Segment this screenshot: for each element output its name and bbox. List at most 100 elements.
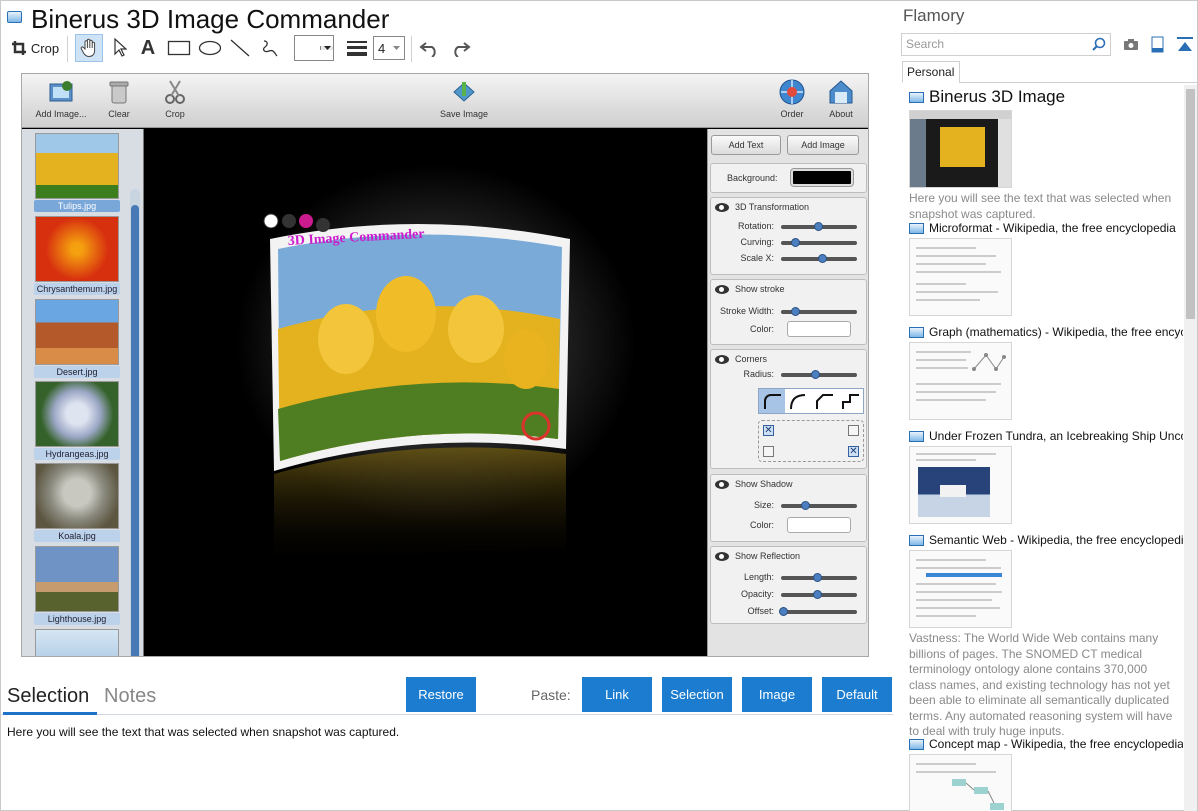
search-icon[interactable] [1091, 37, 1106, 52]
properties-panel: Add Text Add Image Background: 3D Transf… [707, 129, 868, 656]
thumbnail-scrollbar [130, 189, 140, 656]
crop-label: Crop [30, 40, 60, 56]
scale-x-label: Scale X: [740, 253, 774, 263]
ellipse-tool-button[interactable] [196, 34, 224, 62]
thumbnail-label: Hydrangeas.jpg [34, 448, 120, 460]
shadow-title: Show Shadow [735, 479, 793, 489]
text-tool-button[interactable]: A [137, 34, 159, 62]
line-width-icon [347, 41, 367, 56]
chevron-down-icon [320, 46, 333, 50]
shadow-color-box [787, 517, 851, 533]
redo-icon [454, 42, 471, 57]
freehand-tool-button[interactable] [257, 34, 283, 62]
restore-button[interactable]: Restore [406, 677, 476, 712]
stroke-color-dropdown[interactable] [294, 35, 334, 61]
tab-personal[interactable]: Personal [902, 61, 960, 83]
stroke-width-label: Stroke Width: [719, 306, 774, 316]
reflection-offset-slider [779, 607, 857, 616]
shadow-size-slider [781, 501, 857, 510]
tab-selection[interactable]: Selection [7, 685, 89, 708]
pan-tool-button[interactable] [75, 34, 103, 62]
document-icon[interactable] [1149, 36, 1167, 54]
list-item[interactable]: Graph (mathematics) - Wikipedia, the fre… [909, 325, 1183, 420]
save-image-app-button: Save Image [429, 78, 499, 119]
redo-button[interactable] [447, 34, 473, 62]
paste-link-button[interactable]: Link [582, 677, 652, 712]
eye-icon [715, 202, 729, 212]
crop-button[interactable]: Crop [7, 34, 63, 62]
corner-bevel-icon [811, 389, 837, 413]
rotation-slider [781, 222, 857, 231]
home-icon [827, 78, 855, 106]
thumbnail-image [35, 216, 119, 282]
item-title: Graph (mathematics) - Wikipedia, the fre… [929, 325, 1183, 339]
corners-title: Corners [735, 354, 768, 364]
search-placeholder: Search [906, 37, 945, 51]
item-title: Binerus 3D Image [929, 87, 1066, 106]
paste-selection-button[interactable]: Selection [662, 677, 732, 712]
line-width-button[interactable] [345, 34, 369, 62]
page-icon [909, 738, 924, 750]
search-input[interactable]: Search [901, 33, 1111, 56]
page-icon [909, 91, 924, 103]
paste-default-button[interactable]: Default [822, 677, 892, 712]
snapshot-list: Binerus 3D Image Here you will see the t… [901, 85, 1183, 811]
corner-checkbox-checked: ✕ [763, 425, 774, 436]
reflection-group: Show Reflection Length: Opacity: Offset: [710, 546, 867, 624]
trash-icon [105, 78, 133, 106]
thumbnail-label: Tulips.jpg [34, 200, 120, 212]
list-item[interactable]: Under Frozen Tundra, an Icebreaking Ship… [909, 429, 1183, 524]
scale-x-slider [781, 254, 857, 263]
snapshot-thumbnail [909, 342, 1012, 420]
undo-button[interactable] [417, 34, 443, 62]
thumbnail-label: Desert.jpg [34, 366, 120, 378]
about-app-label: About [829, 109, 853, 119]
arrow-pointer-icon [114, 38, 127, 57]
thumbnail-item: Desert.jpg [34, 299, 120, 378]
line-width-dropdown[interactable]: 4 [373, 36, 405, 60]
corner-round-icon [759, 389, 785, 413]
item-title: Concept map - Wikipedia, the free encycl… [929, 737, 1183, 751]
list-item[interactable]: Microformat - Wikipedia, the free encycl… [909, 221, 1183, 316]
collapse-icon[interactable] [1176, 36, 1194, 54]
page-icon [909, 326, 924, 338]
rectangle-tool-button[interactable] [165, 34, 193, 62]
snapshot-thumbnail [909, 754, 1012, 811]
list-item[interactable]: Semantic Web - Wikipedia, the free encyc… [909, 533, 1183, 740]
list-item[interactable]: Concept map - Wikipedia, the free encycl… [909, 737, 1183, 811]
thumbnail-image [35, 133, 119, 199]
thumbnail-item: Tulips.jpg [34, 133, 120, 212]
camera-icon[interactable] [1122, 36, 1140, 54]
stroke-color-box [787, 321, 851, 337]
annotation-toolbar: Crop A 4 [1, 34, 501, 64]
tab-notes[interactable]: Notes [104, 685, 156, 708]
captured-screenshot[interactable]: Add Image... Clear Crop Save Image Order… [21, 73, 869, 657]
thumbnail-label: Chrysanthemum.jpg [34, 283, 120, 295]
3d-image-preview: 3D Image Commander [236, 164, 636, 569]
corner-checkbox-checked: ✕ [848, 446, 859, 457]
background-label: Background: [727, 173, 778, 183]
crop-app-label: Crop [165, 109, 185, 119]
corner-step-icon [837, 389, 863, 413]
transform-group: 3D Transformation Rotation: Curving: Sca… [710, 197, 867, 275]
curving-label: Curving: [740, 237, 774, 247]
corner-checkbox [763, 446, 774, 457]
hand-icon [80, 38, 96, 58]
select-tool-button[interactable] [109, 34, 131, 62]
line-tool-button[interactable] [227, 34, 253, 62]
thumbnail-label: Koala.jpg [34, 530, 120, 542]
item-description: Vastness: The World Wide Web contains ma… [909, 631, 1173, 738]
thumbnail-list: Tulips.jpg Chrysanthemum.jpg Desert.jpg … [22, 129, 144, 656]
ellipse-icon [198, 40, 222, 56]
corners-group: Corners Radius: ✕ ✕ [710, 349, 867, 469]
transform-title: 3D Transformation [735, 202, 810, 212]
sidebar-scrollbar[interactable] [1184, 85, 1197, 811]
chevron-down-icon [393, 46, 400, 50]
app-toolbar: Add Image... Clear Crop Save Image Order… [22, 74, 868, 128]
page-icon [909, 430, 924, 442]
paste-image-button[interactable]: Image [742, 677, 812, 712]
add-text-app-button: Add Text [711, 135, 781, 155]
stroke-color-label: Color: [749, 324, 774, 334]
page-icon [909, 534, 924, 546]
list-item[interactable]: Binerus 3D Image Here you will see the t… [909, 87, 1183, 222]
